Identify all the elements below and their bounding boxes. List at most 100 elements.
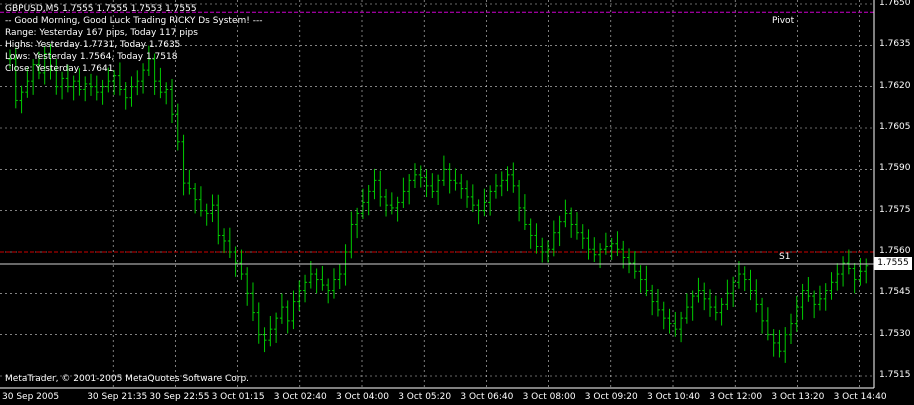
time-tick-label: 3 Oct 12:00 bbox=[709, 392, 763, 402]
price-bar bbox=[551, 220, 556, 257]
price-bar bbox=[430, 173, 435, 198]
price-bar bbox=[123, 82, 128, 110]
price-bar bbox=[505, 166, 510, 192]
price-bar bbox=[835, 263, 840, 291]
price-tick-label: 1.7650 bbox=[879, 0, 911, 8]
price-bar bbox=[829, 272, 834, 300]
price-bar bbox=[476, 199, 481, 225]
price-bar bbox=[765, 307, 770, 341]
price-bar bbox=[355, 207, 360, 239]
price-bar bbox=[534, 223, 539, 254]
price-bar bbox=[789, 313, 794, 345]
price-bar bbox=[522, 194, 527, 230]
price-bar bbox=[314, 268, 319, 294]
price-bar bbox=[100, 79, 105, 105]
price-bar bbox=[198, 186, 203, 217]
price-bar bbox=[540, 237, 545, 263]
price-bar bbox=[858, 258, 863, 286]
price-bar bbox=[806, 277, 811, 302]
price-bar bbox=[158, 67, 163, 99]
price-bar bbox=[667, 308, 672, 334]
price-bar bbox=[580, 224, 585, 249]
price-bar bbox=[343, 244, 348, 286]
price-bar bbox=[378, 170, 383, 207]
close-text: Close: Yesterday 1.7641 bbox=[5, 64, 114, 74]
price-bar bbox=[812, 290, 817, 319]
price-bar bbox=[441, 155, 446, 186]
price-bar bbox=[60, 71, 65, 100]
price-bar bbox=[754, 279, 759, 313]
price-tick-label: 1.7620 bbox=[879, 80, 911, 91]
price-bar bbox=[308, 260, 313, 289]
price-bar bbox=[227, 227, 232, 259]
greeting-text: -- Good Morning, Good Luck Trading RICKY… bbox=[5, 16, 263, 26]
price-bar bbox=[511, 162, 516, 193]
price-tick-label: 1.7605 bbox=[879, 122, 911, 132]
pivot-label: Pivot bbox=[772, 16, 795, 26]
price-bar bbox=[731, 276, 736, 308]
price-bar bbox=[644, 265, 649, 297]
price-tick-label: 1.7530 bbox=[879, 328, 911, 339]
price-bar bbox=[175, 103, 180, 151]
price-bar bbox=[470, 184, 475, 212]
price-bar bbox=[424, 169, 429, 198]
price-bar bbox=[852, 263, 857, 294]
price-bar bbox=[650, 284, 655, 316]
price-bar bbox=[418, 165, 423, 188]
price-bar bbox=[482, 188, 487, 217]
price-bar bbox=[320, 265, 325, 291]
price-bar bbox=[71, 75, 76, 101]
price-bar bbox=[777, 329, 782, 358]
price-bar bbox=[395, 196, 400, 222]
time-tick-label: 3 Oct 14:40 bbox=[833, 392, 887, 402]
price-bar bbox=[262, 327, 267, 353]
price-bar bbox=[326, 278, 331, 304]
price-bar bbox=[436, 174, 441, 205]
price-bar bbox=[569, 207, 574, 238]
price-bar bbox=[372, 168, 377, 200]
range-text: Range: Yesterday 167 pips, Today 117 pip… bbox=[5, 28, 198, 38]
price-bar bbox=[736, 261, 741, 289]
time-tick-label: 3 Oct 06:40 bbox=[460, 392, 514, 402]
chart-window[interactable]: GBPUSD,M5 1.7555 1.7555 1.7553 1.7555 --… bbox=[0, 0, 914, 405]
price-bar bbox=[823, 283, 828, 311]
price-bar bbox=[297, 280, 302, 311]
price-bar bbox=[690, 290, 695, 321]
price-bar bbox=[632, 251, 637, 279]
price-bar bbox=[586, 229, 591, 260]
price-bar bbox=[713, 295, 718, 321]
price-bar bbox=[360, 188, 365, 220]
price-bar bbox=[222, 228, 227, 254]
price-bar bbox=[129, 76, 134, 107]
price-bar bbox=[661, 301, 666, 330]
price-bar bbox=[187, 169, 192, 195]
price-bar bbox=[846, 249, 851, 275]
price-bar bbox=[748, 269, 753, 301]
price-bar bbox=[384, 188, 389, 217]
price-tick-label: 1.7575 bbox=[879, 204, 911, 215]
price-bar bbox=[771, 329, 776, 357]
price-bar bbox=[528, 218, 533, 249]
price-bar bbox=[349, 211, 354, 259]
price-bar bbox=[250, 282, 255, 322]
price-tick-label: 1.7545 bbox=[879, 287, 911, 298]
time-tick-label: 3 Oct 05:20 bbox=[398, 392, 452, 402]
price-bar bbox=[603, 232, 608, 255]
price-bar bbox=[742, 266, 747, 292]
time-tick-label: 3 Oct 09:20 bbox=[584, 392, 638, 402]
price-bar bbox=[279, 293, 284, 324]
price-bar bbox=[673, 311, 678, 337]
price-bar bbox=[268, 315, 273, 347]
price-bar bbox=[407, 174, 412, 205]
price-bar bbox=[239, 249, 244, 280]
price-bar bbox=[517, 180, 522, 222]
time-tick-label: 3 Oct 01:15 bbox=[211, 392, 265, 402]
price-bar bbox=[291, 290, 296, 330]
price-bar bbox=[702, 282, 707, 311]
price-bar bbox=[783, 327, 788, 363]
price-bar bbox=[574, 212, 579, 240]
price-bar bbox=[337, 264, 342, 290]
time-tick-label: 3 Oct 02:40 bbox=[273, 392, 327, 402]
price-bar bbox=[499, 171, 504, 197]
price-bar bbox=[696, 277, 701, 303]
